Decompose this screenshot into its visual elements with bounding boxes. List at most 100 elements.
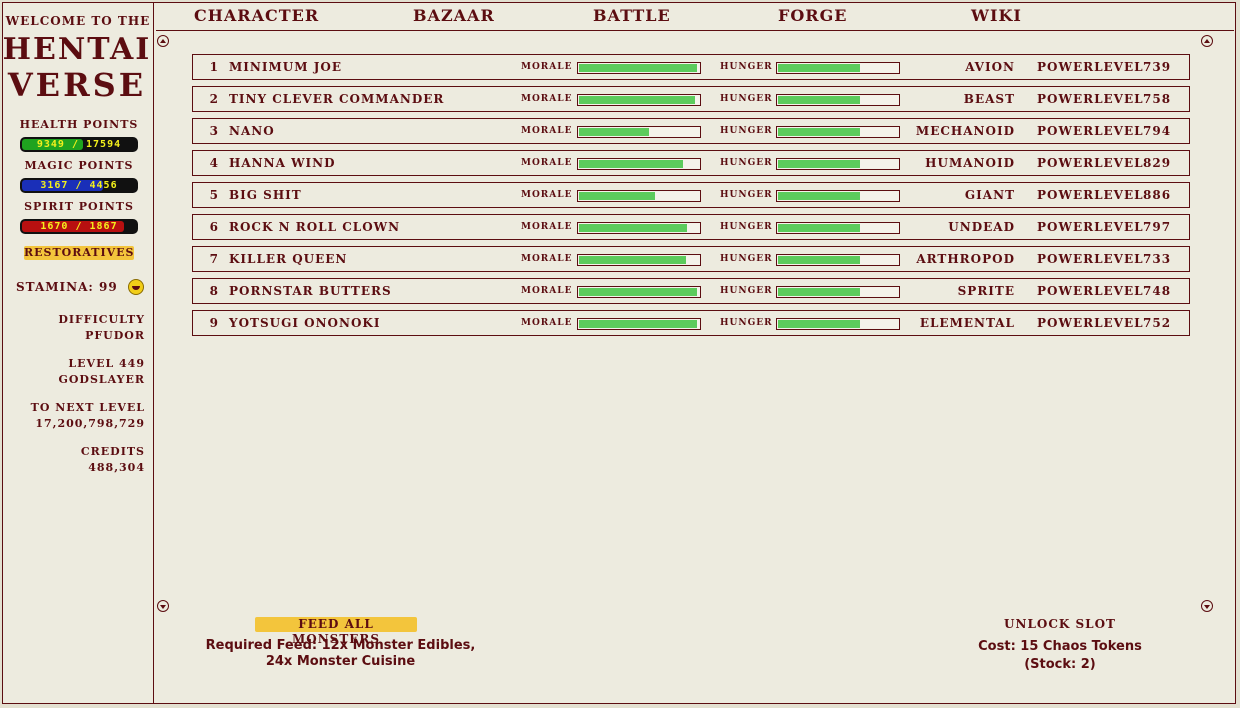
spirit-value: 1670 / 1867 xyxy=(40,221,118,232)
powerlevel-label: Powerlevel xyxy=(1037,156,1144,170)
smiley-face-icon[interactable] xyxy=(128,279,144,295)
monster-name[interactable]: Pornstar Butters xyxy=(229,284,392,298)
monster-number: 8 xyxy=(209,284,219,298)
morale-bar-fill xyxy=(579,224,687,232)
monster-name[interactable]: Killer Queen xyxy=(229,252,347,266)
monster-number: 5 xyxy=(209,188,219,202)
hunger-bar xyxy=(776,254,900,266)
feed-all-monsters-button[interactable]: Feed all monsters xyxy=(255,617,417,646)
powerlevel-value: 794 xyxy=(1143,124,1172,138)
monster-species: Mechanoid xyxy=(915,124,1015,138)
health-label: Health points xyxy=(19,118,139,131)
monster-name[interactable]: Minimum Joe xyxy=(229,60,342,74)
powerlevel-value: 758 xyxy=(1143,92,1172,106)
monster-number: 2 xyxy=(209,92,219,106)
next-level-label: To next level xyxy=(30,401,145,414)
hunger-bar xyxy=(776,222,900,234)
hunger-bar-fill xyxy=(778,224,860,232)
morale-bar xyxy=(577,62,701,74)
monster-row[interactable]: 1 Minimum Joe Morale Hunger Avion Powerlevel 7… xyxy=(192,54,1190,80)
morale-label: Morale xyxy=(521,190,573,200)
monster-row[interactable]: 7 Killer Queen Morale Hunger Arthropod Powerl… xyxy=(192,246,1190,272)
unlock-cost-text: Cost: 15 Chaos Tokens xyxy=(978,639,1142,654)
hunger-label: Hunger xyxy=(720,94,773,104)
nav-bazaar[interactable]: Bazaar xyxy=(413,6,495,25)
morale-bar xyxy=(577,254,701,266)
monster-row[interactable]: 5 Big Shit Morale Hunger Giant Powerlevel 886 xyxy=(192,182,1190,208)
powerlevel-value: 829 xyxy=(1143,156,1172,170)
monster-row[interactable]: 2 Tiny Clever Commander Morale Hunger Beast P… xyxy=(192,86,1190,112)
morale-bar xyxy=(577,158,701,170)
powerlevel-value: 752 xyxy=(1143,316,1172,330)
credits-block: Credits 488,304 xyxy=(5,444,145,476)
hunger-label: Hunger xyxy=(720,190,773,200)
feed-requirement-line2: 24x Monster Cuisine xyxy=(265,654,416,669)
nav-wiki[interactable]: Wiki xyxy=(971,6,1022,25)
monster-name[interactable]: Hanna Wind xyxy=(229,156,336,170)
level-title: Godslayer xyxy=(58,373,145,386)
monster-name[interactable]: Yotsugi Ononoki xyxy=(229,316,380,330)
monster-species: Sprite xyxy=(957,284,1015,298)
morale-bar-fill xyxy=(579,192,655,200)
scroll-up-left-icon[interactable] xyxy=(157,35,169,47)
morale-bar-fill xyxy=(579,64,697,72)
hunger-bar-fill xyxy=(778,128,860,136)
monster-name[interactable]: Rock N Roll Clown xyxy=(229,220,400,234)
restoratives-button[interactable]: Restoratives xyxy=(24,246,134,260)
monster-row[interactable]: 3 Nano Morale Hunger Mechanoid Powerlevel 794 xyxy=(192,118,1190,144)
feed-requirement-line1: Required Feed: 12x Monster Edibles, xyxy=(205,638,476,653)
morale-bar xyxy=(577,286,701,298)
monster-name[interactable]: Tiny Clever Commander xyxy=(229,92,444,106)
nav-battle[interactable]: Battle xyxy=(593,6,671,25)
powerlevel-label: Powerlevel xyxy=(1037,60,1144,74)
monster-name[interactable]: Nano xyxy=(229,124,275,138)
monster-species: Arthropod xyxy=(916,252,1015,266)
hunger-label: Hunger xyxy=(720,318,773,328)
morale-label: Morale xyxy=(521,318,573,328)
spirit-label: Spirit points xyxy=(24,200,134,213)
monster-row[interactable]: 9 Yotsugi Ononoki Morale Hunger Elemental Pow… xyxy=(192,310,1190,336)
nav-forge[interactable]: Forge xyxy=(778,6,847,25)
monster-row[interactable]: 4 Hanna Wind Morale Hunger Humanoid Powerleve… xyxy=(192,150,1190,176)
feed-requirement: Required Feed: 12x Monster Edibles, 24x … xyxy=(198,638,483,670)
powerlevel-label: Powerlevel xyxy=(1037,92,1144,106)
hunger-bar xyxy=(776,318,900,330)
scroll-down-left-icon[interactable] xyxy=(157,600,169,612)
logo-hentai[interactable]: HENTAI xyxy=(2,32,152,67)
hunger-bar-fill xyxy=(778,64,860,72)
monster-species: Elemental xyxy=(919,316,1015,330)
monster-number: 9 xyxy=(209,316,219,330)
monster-species: Undead xyxy=(948,220,1015,234)
hunger-label: Hunger xyxy=(720,286,773,296)
monster-number: 6 xyxy=(209,220,219,234)
hunger-bar xyxy=(776,190,900,202)
morale-bar xyxy=(577,190,701,202)
morale-bar xyxy=(577,222,701,234)
sidebar: Welcome to the HENTAI VERSE Health point… xyxy=(2,2,154,704)
unlock-slot-button[interactable]: Unlock Slot xyxy=(980,617,1140,631)
powerlevel-value: 739 xyxy=(1143,60,1172,74)
scroll-up-right-icon[interactable] xyxy=(1201,35,1213,47)
nav-character[interactable]: Character xyxy=(194,6,319,25)
difficulty-value: PFUDOR xyxy=(85,329,145,342)
hunger-bar xyxy=(776,286,900,298)
hunger-label: Hunger xyxy=(720,62,773,72)
monster-row[interactable]: 8 Pornstar Butters Morale Hunger Sprite Power… xyxy=(192,278,1190,304)
logo-verse[interactable]: VERSE xyxy=(2,66,152,104)
hunger-bar xyxy=(776,62,900,74)
monster-name[interactable]: Big Shit xyxy=(229,188,302,202)
monster-species: Avion xyxy=(965,60,1015,74)
top-nav: Character Bazaar Battle Forge Wiki xyxy=(156,2,1234,31)
level-block: Level 449 Godslayer xyxy=(5,356,145,388)
hunger-bar-fill xyxy=(778,256,860,264)
level-label: Level 449 xyxy=(68,357,145,370)
scroll-down-right-icon[interactable] xyxy=(1201,600,1213,612)
powerlevel-value: 733 xyxy=(1143,252,1172,266)
morale-label: Morale xyxy=(521,158,573,168)
monster-number: 3 xyxy=(209,124,219,138)
morale-bar xyxy=(577,126,701,138)
monster-row[interactable]: 6 Rock N Roll Clown Morale Hunger Undead Powe… xyxy=(192,214,1190,240)
hunger-bar-fill xyxy=(778,288,860,296)
difficulty-block: Difficulty PFUDOR xyxy=(5,312,145,344)
morale-label: Morale xyxy=(521,62,573,72)
